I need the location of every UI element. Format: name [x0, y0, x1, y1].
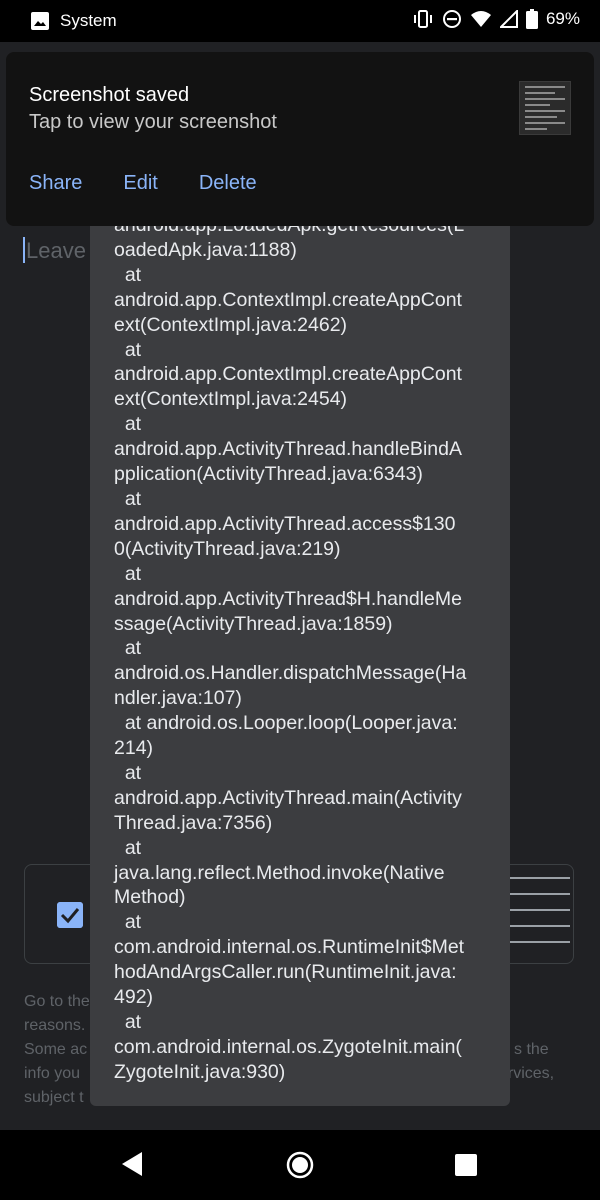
checkbox-checked-icon[interactable]	[57, 902, 83, 928]
screenshot-thumbnail[interactable]	[519, 81, 571, 135]
wifi-icon	[470, 11, 491, 27]
footer-line: Go to the	[24, 993, 90, 1010]
navigation-bar	[0, 1130, 600, 1200]
back-icon[interactable]	[120, 1151, 144, 1177]
edit-button[interactable]: Edit	[123, 172, 157, 195]
screenshot-notification[interactable]: Screenshot saved Tap to view your screen…	[6, 52, 594, 226]
text-caret	[23, 237, 25, 263]
footer-line: subject t	[24, 1089, 84, 1106]
footer-line: info you	[24, 1065, 81, 1082]
recents-icon[interactable]	[455, 1154, 477, 1176]
notification-text: Tap to view your screenshot	[29, 111, 277, 133]
status-bar: System 69%	[0, 0, 600, 42]
battery-level: 69%	[545, 9, 580, 28]
delete-button[interactable]: Delete	[199, 172, 257, 195]
footer-line: Some ac	[24, 1041, 88, 1058]
feedback-input[interactable]: Leave	[23, 237, 86, 264]
crash-dialog: android.app.LoadedApk.getResources(L oad…	[90, 220, 510, 1106]
screenshot-preview-lines	[510, 877, 570, 957]
battery-icon	[525, 9, 538, 29]
status-app-label: System	[60, 11, 117, 30]
do-not-disturb-icon	[442, 10, 461, 28]
status-icons: 69%	[412, 9, 580, 29]
home-icon[interactable]	[286, 1151, 314, 1179]
stack-trace-text: android.app.LoadedApk.getResources(L oad…	[114, 220, 467, 1083]
footer-line-right: s the	[514, 1041, 549, 1058]
vibrate-icon	[413, 10, 432, 28]
image-icon	[31, 12, 49, 30]
cell-signal-icon	[499, 10, 518, 28]
footer-line: reasons.	[24, 1017, 86, 1034]
notification-actions: Share Edit Delete	[29, 172, 257, 195]
notification-title: Screenshot saved	[29, 84, 190, 106]
share-button[interactable]: Share	[29, 172, 82, 195]
feedback-input-placeholder: Leave	[26, 238, 86, 263]
